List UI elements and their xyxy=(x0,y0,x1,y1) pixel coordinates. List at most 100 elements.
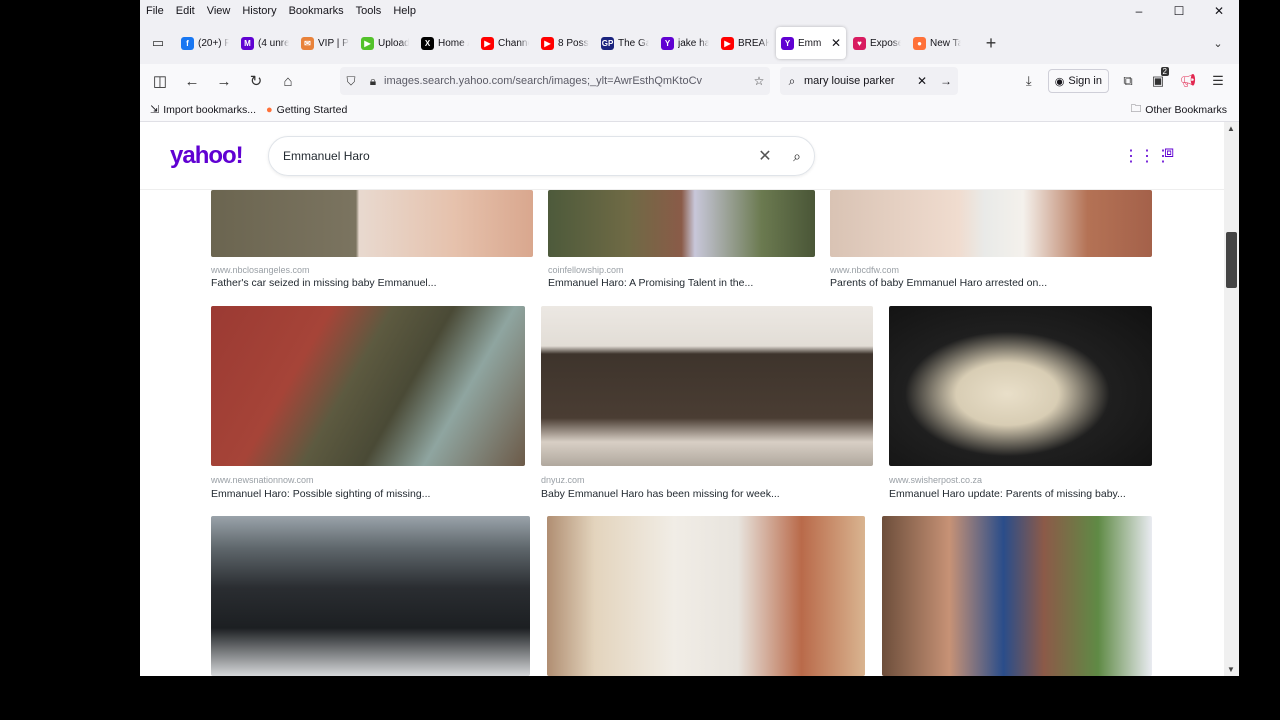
home-button[interactable]: ⌂ xyxy=(272,67,304,95)
tab-1[interactable]: M (4 unre xyxy=(236,27,294,59)
menu-bookmarks[interactable]: Bookmarks xyxy=(283,5,350,17)
shield-icon[interactable]: ⛉ xyxy=(340,74,362,89)
tab-label: Emm xyxy=(798,37,822,49)
bookmark-star-icon[interactable]: ☆ xyxy=(748,74,770,88)
back-button[interactable]: ← xyxy=(176,67,208,95)
tab-bar: ▭ f (20+) F M (4 unre ✉ VIP | PC ▶ Upload X Home … xyxy=(140,22,1239,64)
tab-favicon-icon: ✉ xyxy=(301,36,314,50)
scrollbar-thumb[interactable] xyxy=(1226,232,1237,288)
tab-6[interactable]: ▶ 8 Possib xyxy=(536,27,594,59)
import-bookmarks-item[interactable]: ⇲ Import bookmarks... xyxy=(150,103,256,117)
browser-window: File Edit View History Bookmarks Tools H… xyxy=(140,0,1239,676)
tab-12[interactable]: ● New Tal xyxy=(908,27,966,59)
url-bar[interactable]: ⛉ 🔒︎ images.search.yahoo.com/search/imag… xyxy=(340,67,770,95)
sign-in-button[interactable]: ◉ Sign in xyxy=(1047,69,1109,93)
list-all-tabs-button[interactable]: ⌄ xyxy=(1203,37,1233,50)
menu-help[interactable]: Help xyxy=(387,5,422,17)
bookmarks-toolbar: ⇲ Import bookmarks... ● Getting Started … xyxy=(140,98,1239,122)
tab-8[interactable]: Yjake ha xyxy=(656,27,714,59)
tab-11[interactable]: ♥ Exposec xyxy=(848,27,906,59)
minimize-button[interactable]: – xyxy=(1119,0,1159,22)
tab-9[interactable]: ▶ BREAKI xyxy=(716,27,774,59)
other-bookmarks-item[interactable]: 🗀︎ Other Bookmarks xyxy=(1131,101,1227,119)
extension-badge-icon[interactable]: ▣ 2 xyxy=(1143,67,1173,95)
menu-bar: File Edit View History Bookmarks Tools H… xyxy=(140,0,1239,22)
tab-5[interactable]: ▶ Channel xyxy=(476,27,534,59)
result-thumbnail[interactable] xyxy=(882,516,1152,676)
result-caption[interactable]: Emmanuel Haro update: Parents of missing… xyxy=(889,488,1126,500)
result-thumbnail[interactable] xyxy=(211,190,533,257)
tab-favicon-icon: ▶ xyxy=(481,36,494,50)
close-window-button[interactable]: ✕ xyxy=(1199,0,1239,22)
result-source: www.nbclosangeles.com xyxy=(211,265,310,275)
forward-button[interactable]: → xyxy=(208,67,240,95)
firefox-icon: ● xyxy=(266,103,273,116)
menu-edit[interactable]: Edit xyxy=(170,5,201,17)
result-thumbnail[interactable] xyxy=(541,306,873,466)
yahoo-header: yahoo! Emmanuel Haro ✕ ⌕ ⋮⋮⋮ ⧈ xyxy=(140,122,1224,190)
clear-query-icon[interactable]: ✕ xyxy=(750,146,780,166)
go-arrow-icon[interactable]: → xyxy=(934,74,958,88)
tab-label: 8 Possib xyxy=(558,37,589,49)
tab-label: jake ha xyxy=(678,37,709,49)
getting-started-item[interactable]: ● Getting Started xyxy=(266,104,347,116)
tab-2[interactable]: ✉ VIP | PC xyxy=(296,27,354,59)
clear-search-icon[interactable]: ✕ xyxy=(910,74,934,88)
reload-button[interactable]: ↻ xyxy=(240,67,272,95)
result-caption[interactable]: Parents of baby Emmanuel Haro arrested o… xyxy=(830,277,1047,289)
tab-7[interactable]: GP The Gat xyxy=(596,27,654,59)
tab-favicon-icon: ♥ xyxy=(853,36,866,50)
tab-favicon-icon: Y xyxy=(781,36,794,50)
tab-0[interactable]: f (20+) F xyxy=(176,27,234,59)
scroll-down-arrow-icon[interactable]: ▼ xyxy=(1227,665,1235,674)
tab-favicon-icon: GP xyxy=(601,36,614,50)
close-tab-icon[interactable]: ✕ xyxy=(831,36,841,50)
tab-label: Exposec xyxy=(870,37,901,49)
search-bar-value[interactable]: mary louise parker xyxy=(804,75,910,87)
result-thumbnail[interactable] xyxy=(211,516,530,676)
tab-4[interactable]: X Home / xyxy=(416,27,474,59)
scroll-up-arrow-icon[interactable]: ▲ xyxy=(1227,124,1235,133)
url-text[interactable]: images.search.yahoo.com/search/images;_y… xyxy=(384,75,748,87)
other-bookmarks-label: Other Bookmarks xyxy=(1145,103,1227,116)
tab-label: Channel xyxy=(498,37,529,49)
lock-icon[interactable]: 🔒︎ xyxy=(362,74,384,89)
yahoo-search-box[interactable]: Emmanuel Haro ✕ ⌕ xyxy=(268,136,815,176)
search-bar[interactable]: ⌕ mary louise parker ✕ → xyxy=(780,67,958,95)
megaphone-icon[interactable]: 📢︎ xyxy=(1173,67,1203,95)
tab-label: The Gat xyxy=(618,37,649,49)
tab-10[interactable]: Y Emm ✕ xyxy=(776,27,846,59)
result-thumbnail[interactable] xyxy=(830,190,1152,257)
result-source: www.swisherpost.co.za xyxy=(889,475,983,485)
app-menu-icon[interactable]: ☰ xyxy=(1203,67,1233,95)
yahoo-search-input[interactable]: Emmanuel Haro xyxy=(269,149,750,163)
result-thumbnail[interactable] xyxy=(211,306,525,466)
result-caption[interactable]: Father's car seized in missing baby Emma… xyxy=(211,277,437,289)
page-scrollbar[interactable]: ▲ ▼ xyxy=(1224,122,1239,676)
result-thumbnail[interactable] xyxy=(889,306,1152,466)
result-thumbnail[interactable] xyxy=(547,516,865,676)
downloads-icon[interactable]: ⤓ xyxy=(1014,67,1044,95)
result-caption[interactable]: Emmanuel Haro: Possible sighting of miss… xyxy=(211,488,430,500)
search-icon[interactable]: ⌕ xyxy=(780,148,814,165)
yahoo-logo[interactable]: yahoo! xyxy=(170,142,244,170)
extensions-icon[interactable]: ⧉ xyxy=(1113,67,1143,95)
maximize-button[interactable]: ☐ xyxy=(1159,0,1199,22)
tab-label: Home / xyxy=(438,37,469,49)
menu-tools[interactable]: Tools xyxy=(350,5,388,17)
tab-3[interactable]: ▶ Upload xyxy=(356,27,414,59)
tab-label: Upload xyxy=(378,37,409,49)
result-caption[interactable]: Emmanuel Haro: A Promising Talent in the… xyxy=(548,277,753,289)
getting-started-label: Getting Started xyxy=(276,103,348,116)
menu-history[interactable]: History xyxy=(236,5,282,17)
mail-icon[interactable]: ⧈ xyxy=(1164,144,1174,162)
menu-file[interactable]: File xyxy=(140,5,170,17)
tab-overview-icon[interactable]: ▭ xyxy=(140,28,176,58)
new-tab-button[interactable]: + xyxy=(976,33,1006,54)
tab-label: BREAKI xyxy=(738,37,769,49)
page-content: yahoo! Emmanuel Haro ✕ ⌕ ⋮⋮⋮ ⧈ www.nbclo… xyxy=(140,122,1224,676)
result-thumbnail[interactable] xyxy=(548,190,815,257)
result-caption[interactable]: Baby Emmanuel Haro has been missing for … xyxy=(541,488,780,500)
menu-view[interactable]: View xyxy=(201,5,237,17)
sidebar-icon[interactable]: ◫ xyxy=(144,67,176,95)
